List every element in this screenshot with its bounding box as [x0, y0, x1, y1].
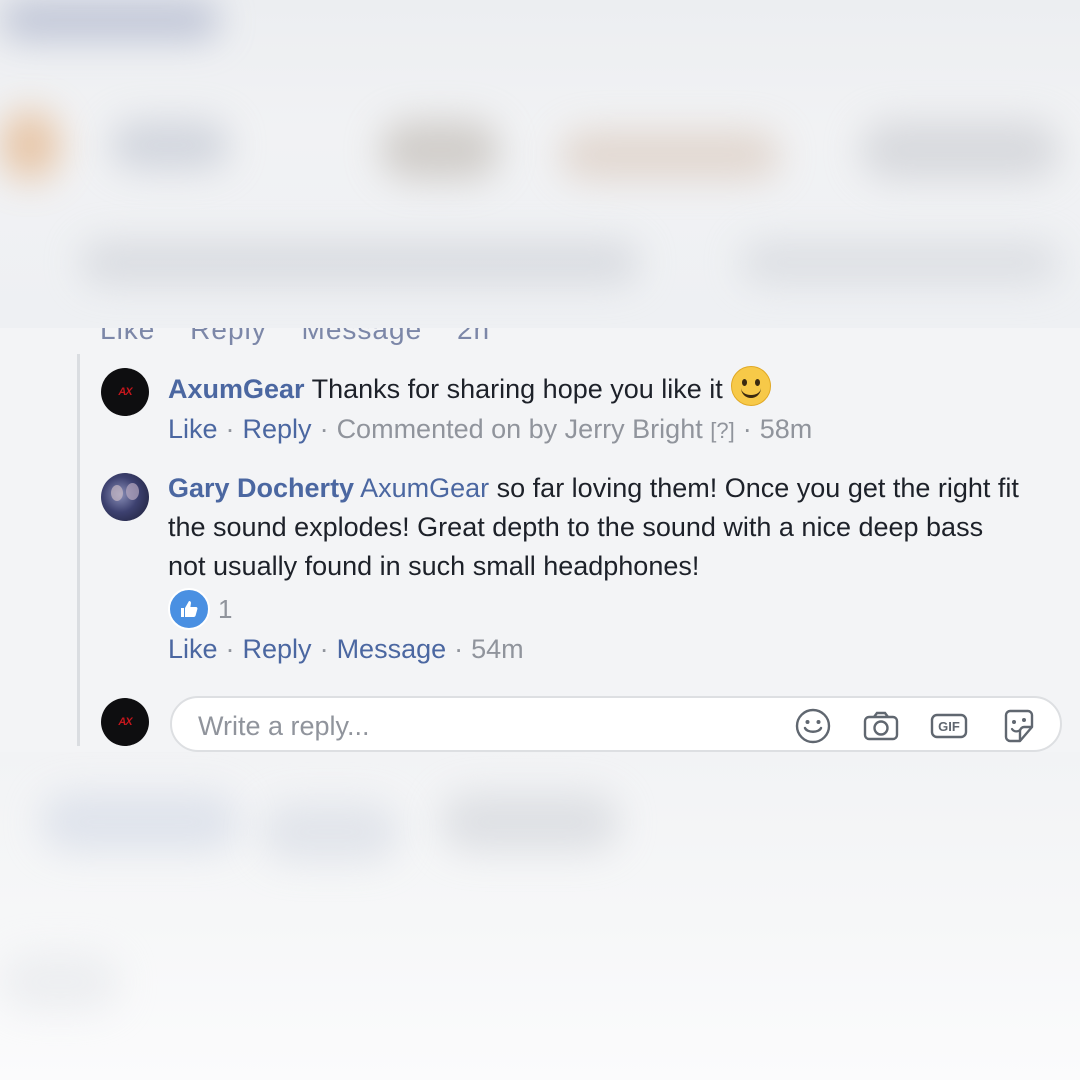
reply-input[interactable]: [196, 706, 760, 746]
help-link[interactable]: [?]: [710, 418, 734, 443]
avatar-logo-text: AX: [118, 386, 132, 398]
comment-actions: Like · Reply · Message · 54m: [168, 634, 524, 664]
message-link[interactable]: Message: [337, 634, 447, 664]
gif-icon[interactable]: GIF: [930, 707, 968, 745]
like-link[interactable]: Like: [168, 634, 218, 664]
comment-actions: Like · Reply · Commented on by Jerry Bright …: [168, 414, 813, 444]
blurred-bottom-region: [0, 752, 1080, 1080]
thumbs-up-icon: [168, 588, 210, 630]
comment-author[interactable]: AxumGear: [168, 374, 305, 404]
commented-on-by-text: Commented on by Jerry Bright: [336, 414, 703, 444]
comment-author[interactable]: Gary Docherty: [168, 473, 354, 503]
reply-link[interactable]: Reply: [190, 328, 267, 345]
like-link[interactable]: Like: [100, 328, 155, 345]
reaction-summary[interactable]: 1: [168, 588, 232, 630]
comment-gary-docherty: Gary Docherty AxumGear so far loving the…: [168, 469, 1028, 586]
camera-icon[interactable]: [862, 707, 900, 745]
reaction-count: 1: [218, 593, 233, 624]
like-link[interactable]: Like: [168, 414, 218, 444]
current-user-avatar: AX: [101, 698, 149, 746]
reply-link[interactable]: Reply: [243, 414, 312, 444]
timestamp[interactable]: 54m: [471, 634, 524, 664]
gif-label: GIF: [938, 719, 960, 734]
previous-comment-actions: Like Reply Message 2h: [100, 328, 516, 346]
comment-text: Thanks for sharing hope you like it: [311, 374, 723, 404]
emoji-icon[interactable]: [794, 707, 832, 745]
smiley-emoji-icon: [730, 366, 771, 406]
sticker-icon[interactable]: [1000, 707, 1038, 745]
message-link[interactable]: Message: [302, 328, 423, 345]
avatar-logo-text: AX: [118, 716, 132, 728]
reply-composer[interactable]: GIF: [170, 696, 1062, 752]
comment-axumgear: AxumGear Thanks for sharing hope you lik…: [168, 366, 771, 409]
timestamp: 2h: [456, 328, 491, 345]
mention-link[interactable]: AxumGear: [360, 473, 489, 503]
reply-link[interactable]: Reply: [243, 634, 312, 664]
axumgear-avatar[interactable]: AX: [101, 368, 149, 416]
comment-thread-panel: Like Reply Message 2h AX AxumGear Thanks…: [0, 328, 1080, 752]
thread-divider: [77, 354, 80, 746]
timestamp[interactable]: 58m: [760, 414, 813, 444]
gary-docherty-avatar[interactable]: [101, 473, 149, 521]
blurred-top-region: [0, 0, 1080, 328]
